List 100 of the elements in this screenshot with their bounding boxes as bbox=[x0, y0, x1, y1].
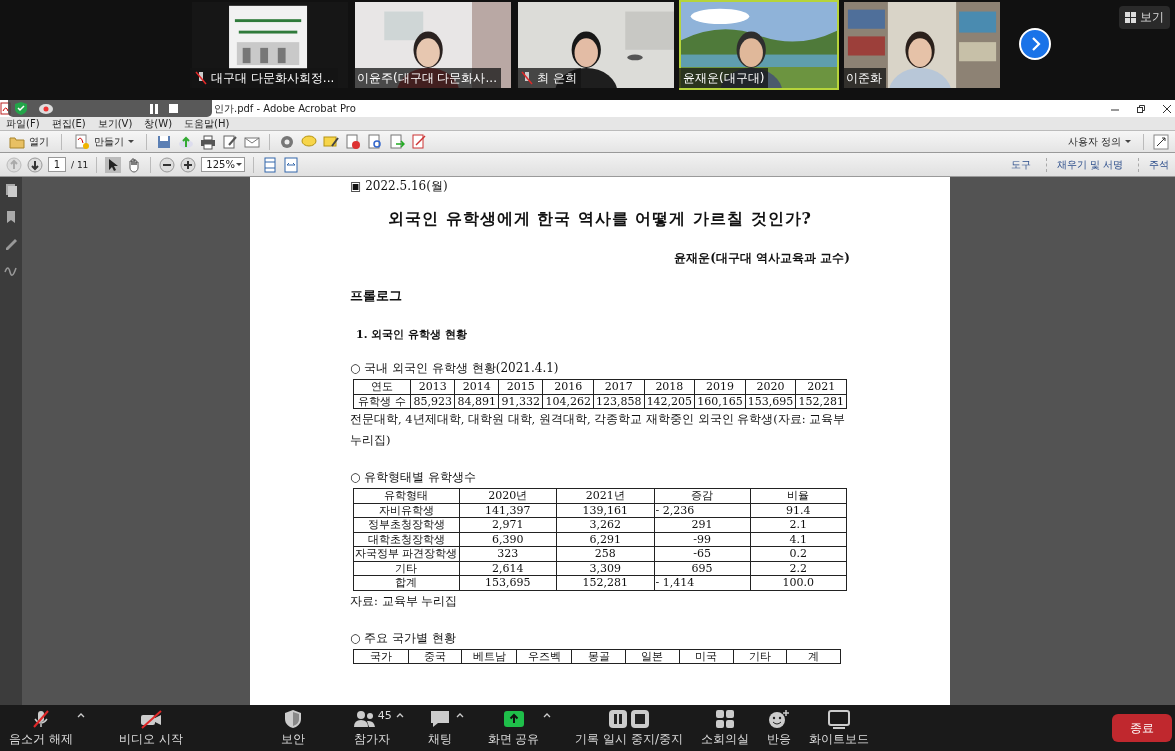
table-cell: 152,281 bbox=[795, 394, 847, 409]
table-cell: 2021 bbox=[795, 379, 847, 394]
toolbar-button[interactable]: 45 참가자 bbox=[348, 705, 396, 751]
end-button[interactable]: 종료 bbox=[1112, 714, 1172, 742]
toolbar-button[interactable]: 화이트보드 bbox=[805, 705, 874, 751]
bookmark-icon[interactable] bbox=[5, 210, 17, 224]
grid-icon bbox=[1125, 12, 1136, 23]
pause-icon[interactable] bbox=[149, 103, 159, 114]
bullet-text: ○ 주요 국가별 현황 bbox=[350, 629, 457, 647]
document-title: 외국인 유학생에게 한국 역사를 어떻게 가르칠 것인가? bbox=[387, 209, 813, 230]
table-cell: 연도 bbox=[353, 379, 411, 394]
toolbar-button[interactable]: 보안 bbox=[276, 705, 309, 751]
menu-item[interactable]: 보기(V) bbox=[97, 116, 133, 131]
menu-item[interactable]: 창(W) bbox=[144, 116, 173, 131]
pane-tab[interactable]: 도구 bbox=[1000, 157, 1041, 172]
table-cell: - 1,414 bbox=[654, 575, 751, 590]
table-cell: 베트남 bbox=[461, 649, 517, 664]
muted-mic-icon bbox=[30, 708, 51, 729]
document-date: ▣ 2022.5.16(월) bbox=[350, 178, 449, 195]
table-cell: 291 bbox=[654, 517, 751, 532]
pages-icon[interactable] bbox=[4, 183, 18, 198]
table-cell: 2018 bbox=[644, 379, 695, 394]
table-cell: 2,614 bbox=[459, 561, 557, 576]
printer-icon[interactable] bbox=[200, 133, 216, 150]
bullet-text: ○ 국내 외국인 유학생 현황(2021.4.1) bbox=[350, 360, 560, 377]
table-cell: 유학생 수 bbox=[353, 394, 411, 409]
close-icon[interactable] bbox=[1163, 104, 1171, 113]
pen-icon[interactable] bbox=[4, 236, 18, 250]
table-cell: 85,923 bbox=[410, 394, 455, 409]
toolbar-button[interactable]: 음소거 해제 bbox=[5, 705, 77, 751]
caret-up-icon[interactable] bbox=[455, 711, 464, 718]
next-page-button[interactable] bbox=[1019, 28, 1051, 60]
caret-up-icon[interactable] bbox=[543, 711, 552, 718]
menu-item[interactable]: 편집(E) bbox=[51, 116, 86, 131]
edit-document-icon[interactable] bbox=[222, 133, 238, 150]
chat-bubble-icon bbox=[428, 708, 451, 729]
fit-width-icon[interactable] bbox=[283, 156, 300, 173]
table-cell: 2.2 bbox=[750, 561, 847, 576]
toolbar-button[interactable]: 비디오 시작 bbox=[114, 705, 187, 751]
smiley-plus-icon bbox=[768, 708, 791, 729]
toolbar-button[interactable]: 기록 일시 중지/중지 bbox=[571, 705, 688, 751]
grid-icon bbox=[715, 708, 736, 729]
table-cell: 695 bbox=[654, 561, 751, 576]
page-number-field[interactable]: 1 bbox=[48, 157, 66, 172]
create-button[interactable]: 만들기 bbox=[71, 132, 137, 151]
toolbar-button[interactable]: 화면 공유 bbox=[483, 705, 544, 751]
zoom-dropdown[interactable]: 125% bbox=[201, 157, 246, 172]
page-count: / 11 bbox=[71, 159, 89, 170]
table-cell: 0.2 bbox=[750, 546, 847, 561]
table-cell: 91,332 bbox=[498, 394, 543, 409]
menu-item[interactable]: 도움말(H) bbox=[184, 116, 230, 131]
table-cell: 153,695 bbox=[459, 575, 557, 590]
table-cell: 2.1 bbox=[750, 517, 847, 532]
fit-page-icon[interactable] bbox=[262, 156, 279, 173]
caret-up-icon[interactable] bbox=[76, 711, 85, 718]
table-cell: 중국 bbox=[408, 649, 462, 664]
muted-mic-icon bbox=[194, 70, 208, 86]
table-cell: 2015 bbox=[498, 379, 543, 394]
document-sign-icon[interactable] bbox=[411, 133, 427, 150]
menu-item[interactable]: 파일(F) bbox=[6, 116, 40, 131]
table-cell: 기타 bbox=[733, 649, 787, 664]
participant-name: 최 은희 bbox=[537, 69, 577, 87]
table-cell: 유학형태 bbox=[353, 488, 459, 503]
document-delete-icon[interactable] bbox=[345, 133, 361, 150]
source-note: 전문대학, 4년제대학, 대학원 대학, 원격대학, 각종학교 재학중인 외국인 유학생(자료: 교육부 누리집) bbox=[350, 411, 847, 449]
table-cell: 6,291 bbox=[556, 532, 655, 547]
save-icon[interactable] bbox=[156, 133, 172, 150]
pane-tab[interactable]: 채우기 및 서명 bbox=[1045, 157, 1133, 172]
participant-name: 이윤주(대구대 다문화사... bbox=[357, 69, 497, 87]
table-cell: 자국정부 파견장학생 bbox=[353, 546, 459, 561]
document-search-icon[interactable] bbox=[367, 133, 383, 150]
table-cell: 자비유학생 bbox=[353, 503, 459, 518]
subsection-heading: 1. 외국인 유학생 현황 bbox=[356, 327, 468, 342]
table-cell: 2013 bbox=[410, 379, 455, 394]
next-page-icon[interactable] bbox=[27, 156, 43, 173]
toolbar-button[interactable]: 채팅 bbox=[423, 705, 456, 751]
shield-check-icon bbox=[14, 101, 28, 116]
view-button[interactable]: 보기 bbox=[1119, 6, 1170, 29]
document-export-icon[interactable] bbox=[389, 133, 405, 150]
table-cell: 3,262 bbox=[556, 517, 655, 532]
pane-tab[interactable]: 주석 bbox=[1138, 157, 1169, 172]
open-button[interactable]: 열기 bbox=[6, 132, 52, 151]
expand-icon[interactable] bbox=[1153, 133, 1169, 150]
participant-name: 대구대 다문화사회정... bbox=[211, 69, 335, 87]
table-cell: 2020년 bbox=[459, 488, 557, 503]
whiteboard-icon bbox=[828, 708, 851, 729]
caret-icon bbox=[236, 163, 243, 166]
table-cell: 계 bbox=[786, 649, 841, 664]
zoom-out-icon[interactable] bbox=[159, 156, 176, 173]
highlight-comment-icon[interactable] bbox=[323, 133, 339, 150]
select-cursor-icon[interactable] bbox=[105, 156, 122, 173]
table-cell: 2021년 bbox=[556, 488, 655, 503]
caret-up-icon[interactable] bbox=[395, 711, 404, 718]
zoom-in-icon[interactable] bbox=[180, 156, 197, 173]
table-cell: -99 bbox=[654, 532, 751, 547]
share-screen-icon bbox=[502, 708, 525, 729]
customize-dropdown[interactable]: 사용자 정의 bbox=[1064, 133, 1134, 150]
toolbar-button[interactable]: 소회의실 bbox=[697, 705, 754, 751]
restore-icon[interactable] bbox=[1137, 104, 1145, 113]
toolbar-button[interactable]: 반응 bbox=[763, 705, 796, 751]
